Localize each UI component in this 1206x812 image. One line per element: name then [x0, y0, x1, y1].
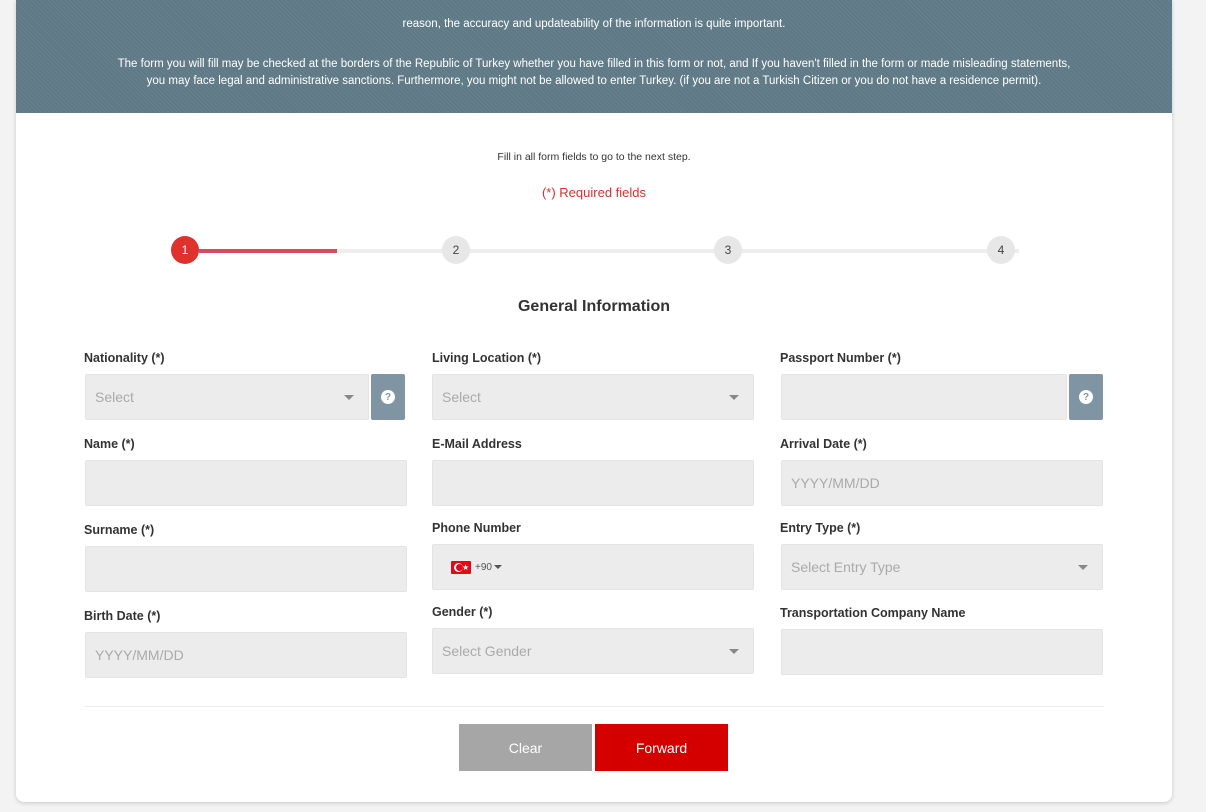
required-note: (*) Required fields	[541, 185, 647, 200]
passport-help-button[interactable]: ?	[1069, 374, 1103, 420]
birth-date-label: Birth Date (*)	[84, 609, 161, 623]
banner-line-3: you may face legal and administrative sa…	[146, 75, 1042, 87]
living-location-select[interactable]: Select	[432, 374, 754, 420]
surname-label: Surname (*)	[84, 523, 155, 537]
entry-type-label: Entry Type (*)	[780, 521, 861, 535]
banner-line-1: reason, the accuracy and updateability o…	[402, 18, 786, 30]
turkey-flag-icon[interactable]: ★	[451, 560, 471, 574]
form-hint: Fill in all form fields to go to the nex…	[497, 151, 691, 163]
stepper-progress	[199, 249, 337, 253]
step-4: 4	[987, 236, 1015, 264]
arrival-date-placeholder: YYYY/MM/DD	[791, 475, 880, 491]
birth-date-input[interactable]: YYYY/MM/DD	[85, 632, 407, 678]
chevron-down-icon	[729, 395, 739, 400]
step-2: 2	[442, 236, 470, 264]
gender-select[interactable]: Select Gender	[432, 628, 754, 674]
email-label: E-Mail Address	[432, 437, 522, 451]
email-input[interactable]	[432, 460, 754, 506]
chevron-down-icon	[1078, 565, 1088, 570]
gender-label: Gender (*)	[432, 605, 493, 619]
phone-label: Phone Number	[432, 521, 521, 535]
gender-placeholder: Select Gender	[442, 643, 532, 659]
entry-type-placeholder: Select Entry Type	[791, 559, 901, 575]
section-title: General Information	[517, 298, 671, 315]
nationality-label: Nationality (*)	[84, 351, 165, 365]
chevron-down-icon	[344, 395, 354, 400]
clear-button[interactable]: Clear	[459, 724, 592, 771]
transport-company-input[interactable]	[781, 629, 1103, 675]
nationality-help-button[interactable]: ?	[371, 374, 405, 420]
birth-date-placeholder: YYYY/MM/DD	[95, 647, 184, 663]
arrival-date-label: Arrival Date (*)	[780, 437, 867, 451]
form-card: reason, the accuracy and updateability o…	[16, 0, 1172, 802]
chevron-down-icon	[729, 649, 739, 654]
phone-input[interactable]: ★ +90	[432, 544, 754, 590]
phone-country-code: +90	[475, 561, 492, 573]
info-banner: reason, the accuracy and updateability o…	[16, 0, 1172, 113]
divider	[84, 706, 1104, 707]
passport-number-label: Passport Number (*)	[780, 351, 901, 365]
forward-button[interactable]: Forward	[595, 724, 728, 771]
step-1: 1	[171, 236, 199, 264]
banner-line-2: The form you will fill may be checked at…	[117, 58, 1071, 70]
name-input[interactable]	[85, 460, 407, 506]
name-label: Name (*)	[84, 437, 135, 451]
entry-type-select[interactable]: Select Entry Type	[781, 544, 1103, 590]
step-3: 3	[714, 236, 742, 264]
transport-company-label: Transportation Company Name	[780, 606, 966, 620]
living-location-label: Living Location (*)	[432, 351, 542, 365]
chevron-down-icon[interactable]	[493, 565, 502, 569]
question-circle-icon: ?	[1079, 390, 1093, 404]
living-location-placeholder: Select	[442, 389, 481, 405]
question-circle-icon: ?	[381, 390, 395, 404]
nationality-select[interactable]: Select	[85, 374, 369, 420]
nationality-placeholder: Select	[95, 389, 134, 405]
surname-input[interactable]	[85, 546, 407, 592]
arrival-date-input[interactable]: YYYY/MM/DD	[781, 460, 1103, 506]
passport-number-input[interactable]	[781, 374, 1067, 420]
